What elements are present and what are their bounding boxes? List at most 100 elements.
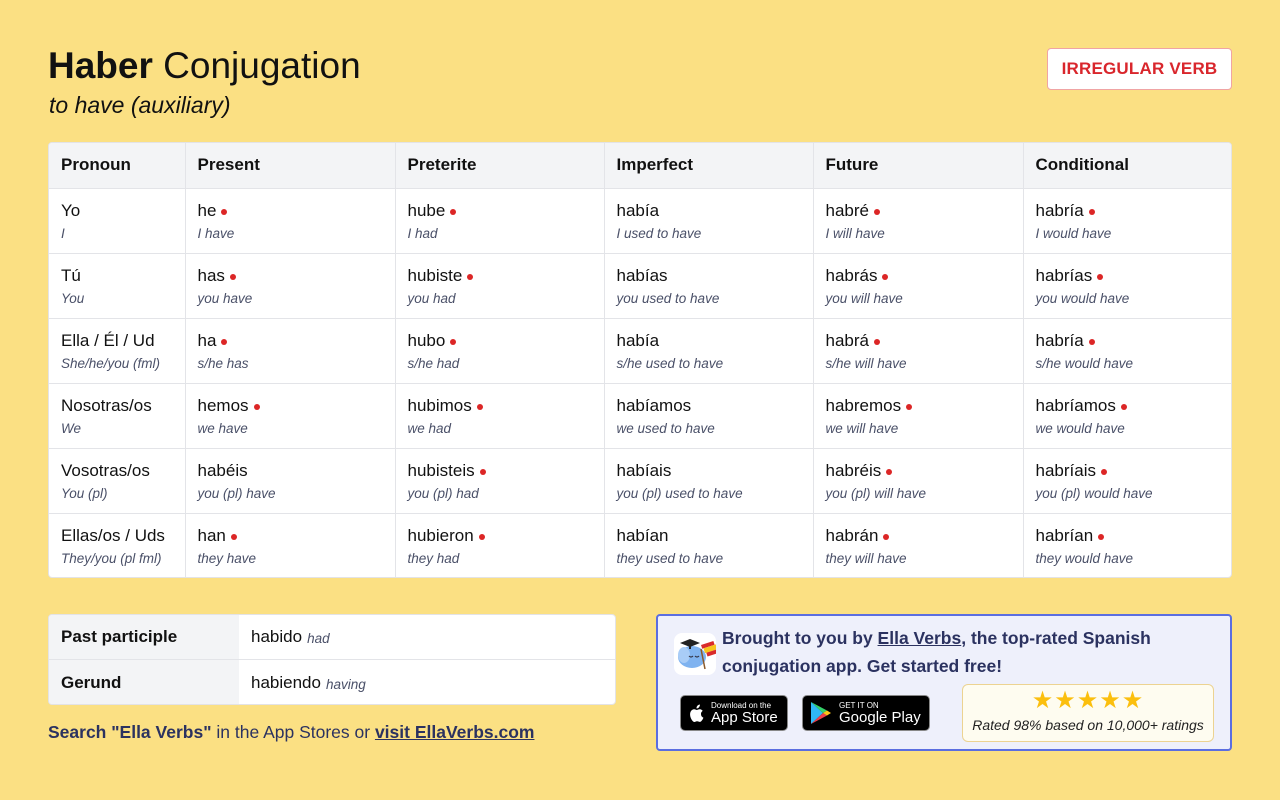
form-text: hubisteis — [407, 460, 475, 480]
search-query: "Ella Verbs" — [111, 722, 212, 742]
form-text: hubiste — [407, 265, 463, 285]
translation: s/he has — [197, 355, 249, 371]
translation: they have — [197, 550, 257, 566]
form-text: hemos — [197, 395, 249, 415]
form-text: ha — [197, 330, 217, 350]
conjugation-cell-present: habéis you (pl) have — [185, 448, 396, 514]
form-text: habrían — [1035, 525, 1094, 545]
conjugation-cell-conditional: habría I would have — [1023, 188, 1231, 254]
irregular-dot-icon — [886, 469, 893, 476]
apple-icon — [681, 704, 711, 723]
pronoun-translation: You — [61, 290, 85, 306]
verb-meaning: to have (auxiliary) — [49, 92, 231, 118]
conjugated-form: habíamos — [617, 396, 801, 416]
conjugated-form: habríais — [1036, 461, 1220, 481]
past-participle-gloss: had — [307, 631, 330, 646]
translation: we would have — [1035, 420, 1125, 436]
gerund-label: Gerund — [49, 660, 239, 704]
search-prefix: Search — [48, 722, 112, 742]
translation: they will have — [825, 550, 907, 566]
gerund-value: habiendo having — [239, 660, 366, 704]
form-text: habrías — [1035, 265, 1093, 285]
irregular-dot-icon — [1100, 469, 1107, 476]
translation: s/he will have — [825, 355, 907, 371]
table-row: Nosotras/os We hemos we have hubimos we had ha… — [49, 383, 1231, 449]
conjugation-cell-imperfect: habíamos we used to have — [604, 383, 814, 449]
header-pronoun: Pronoun — [49, 143, 186, 189]
conjugated-form: habrías — [1036, 266, 1220, 286]
pronoun-translation: I — [61, 225, 65, 241]
ella-verbs-link[interactable]: Ella Verbs — [878, 628, 962, 648]
pronoun: Ella / Él / Ud — [61, 330, 155, 350]
star-rating-icons: ★★★★★ — [1031, 687, 1145, 714]
form-text: he — [197, 200, 217, 220]
translation: I would have — [1035, 225, 1112, 241]
conjugation-cell-conditional: habrían they would have — [1023, 513, 1231, 577]
pronoun-cell: Vosotras/os You (pl) — [49, 448, 186, 514]
translation: you used to have — [616, 290, 720, 306]
conjugated-form: habrás — [826, 266, 1011, 286]
form-text: han — [197, 525, 226, 545]
google-play-button[interactable]: GET IT ON Google Play — [802, 695, 930, 731]
form-text: habríais — [1035, 460, 1096, 480]
conjugated-form: habría — [1036, 331, 1220, 351]
translation: you have — [197, 290, 253, 306]
form-text: hubieron — [407, 525, 474, 545]
form-text: habría — [1035, 330, 1084, 350]
translation: they had — [407, 550, 460, 566]
page-title: Haber Conjugation — [48, 44, 361, 88]
translation: you would have — [1035, 290, 1130, 306]
conjugated-form: habrán — [826, 526, 1011, 546]
conjugated-form: habíais — [617, 461, 801, 481]
conjugation-table: Pronoun Present Preterite Imperfect Futu… — [48, 142, 1232, 578]
irregular-dot-icon — [467, 274, 474, 281]
gerund-form: habiendo — [251, 672, 321, 692]
conjugation-cell-preterite: hube I had — [395, 188, 605, 254]
elephant-mascot-icon — [674, 633, 716, 675]
conjugation-cell-present: has you have — [185, 253, 396, 319]
conjugation-cell-imperfect: había s/he used to have — [604, 318, 814, 384]
conjugation-cell-preterite: hubiste you had — [395, 253, 605, 319]
irregular-dot-icon — [479, 469, 486, 476]
translation: you had — [407, 290, 456, 306]
table-row: Ellas/os / Uds They/you (pl fml) han they h… — [49, 513, 1231, 577]
conjugated-form: habré — [826, 201, 1011, 221]
translation: you (pl) will have — [825, 485, 927, 501]
translation: you (pl) have — [197, 485, 276, 501]
form-text: habrá — [825, 330, 869, 350]
irregular-dot-icon — [450, 209, 457, 216]
form-text: habíais — [616, 460, 672, 480]
translation: you (pl) used to have — [616, 485, 743, 501]
translation: s/he had — [407, 355, 460, 371]
translation: I used to have — [616, 225, 702, 241]
rating-box: ★★★★★ Rated 98% based on 10,000+ ratings — [962, 684, 1214, 742]
conjugated-form: han — [198, 526, 383, 546]
non-finite-forms-table: Past participle habido had Gerund habien… — [48, 614, 616, 705]
form-text: habré — [825, 200, 869, 220]
pronoun-cell: Yo I — [49, 188, 186, 254]
irregular-dot-icon — [882, 274, 889, 281]
conjugation-cell-future: habrá s/he will have — [813, 318, 1024, 384]
form-text: habría — [1035, 200, 1084, 220]
irregular-dot-icon — [253, 404, 260, 411]
translation: we had — [407, 420, 452, 436]
conjugation-cell-conditional: habríamos we would have — [1023, 383, 1231, 449]
google-play-icon — [803, 701, 839, 725]
app-store-button[interactable]: Download on the App Store — [680, 695, 788, 731]
conjugation-cell-preterite: hubisteis you (pl) had — [395, 448, 605, 514]
pronoun-cell: Ellas/os / Uds They/you (pl fml) — [49, 513, 186, 577]
header-preterite: Preterite — [395, 143, 605, 189]
irregular-dot-icon — [873, 209, 880, 216]
pronoun: Tú — [61, 265, 81, 285]
irregular-verb-badge: IRREGULAR VERB — [1047, 48, 1232, 90]
pronoun-translation: They/you (pl fml) — [61, 550, 162, 566]
translation: we will have — [825, 420, 899, 436]
conjugated-form: ha — [198, 331, 383, 351]
visit-ellaverbs-link[interactable]: visit EllaVerbs.com — [375, 722, 535, 742]
form-text: habéis — [197, 460, 248, 480]
header-imperfect: Imperfect — [604, 143, 814, 189]
table-row: Yo Ihe I have hube I had había I used to have h… — [49, 188, 1231, 254]
header-present: Present — [185, 143, 396, 189]
conjugated-form: has — [198, 266, 383, 286]
conjugation-cell-future: habréis you (pl) will have — [813, 448, 1024, 514]
